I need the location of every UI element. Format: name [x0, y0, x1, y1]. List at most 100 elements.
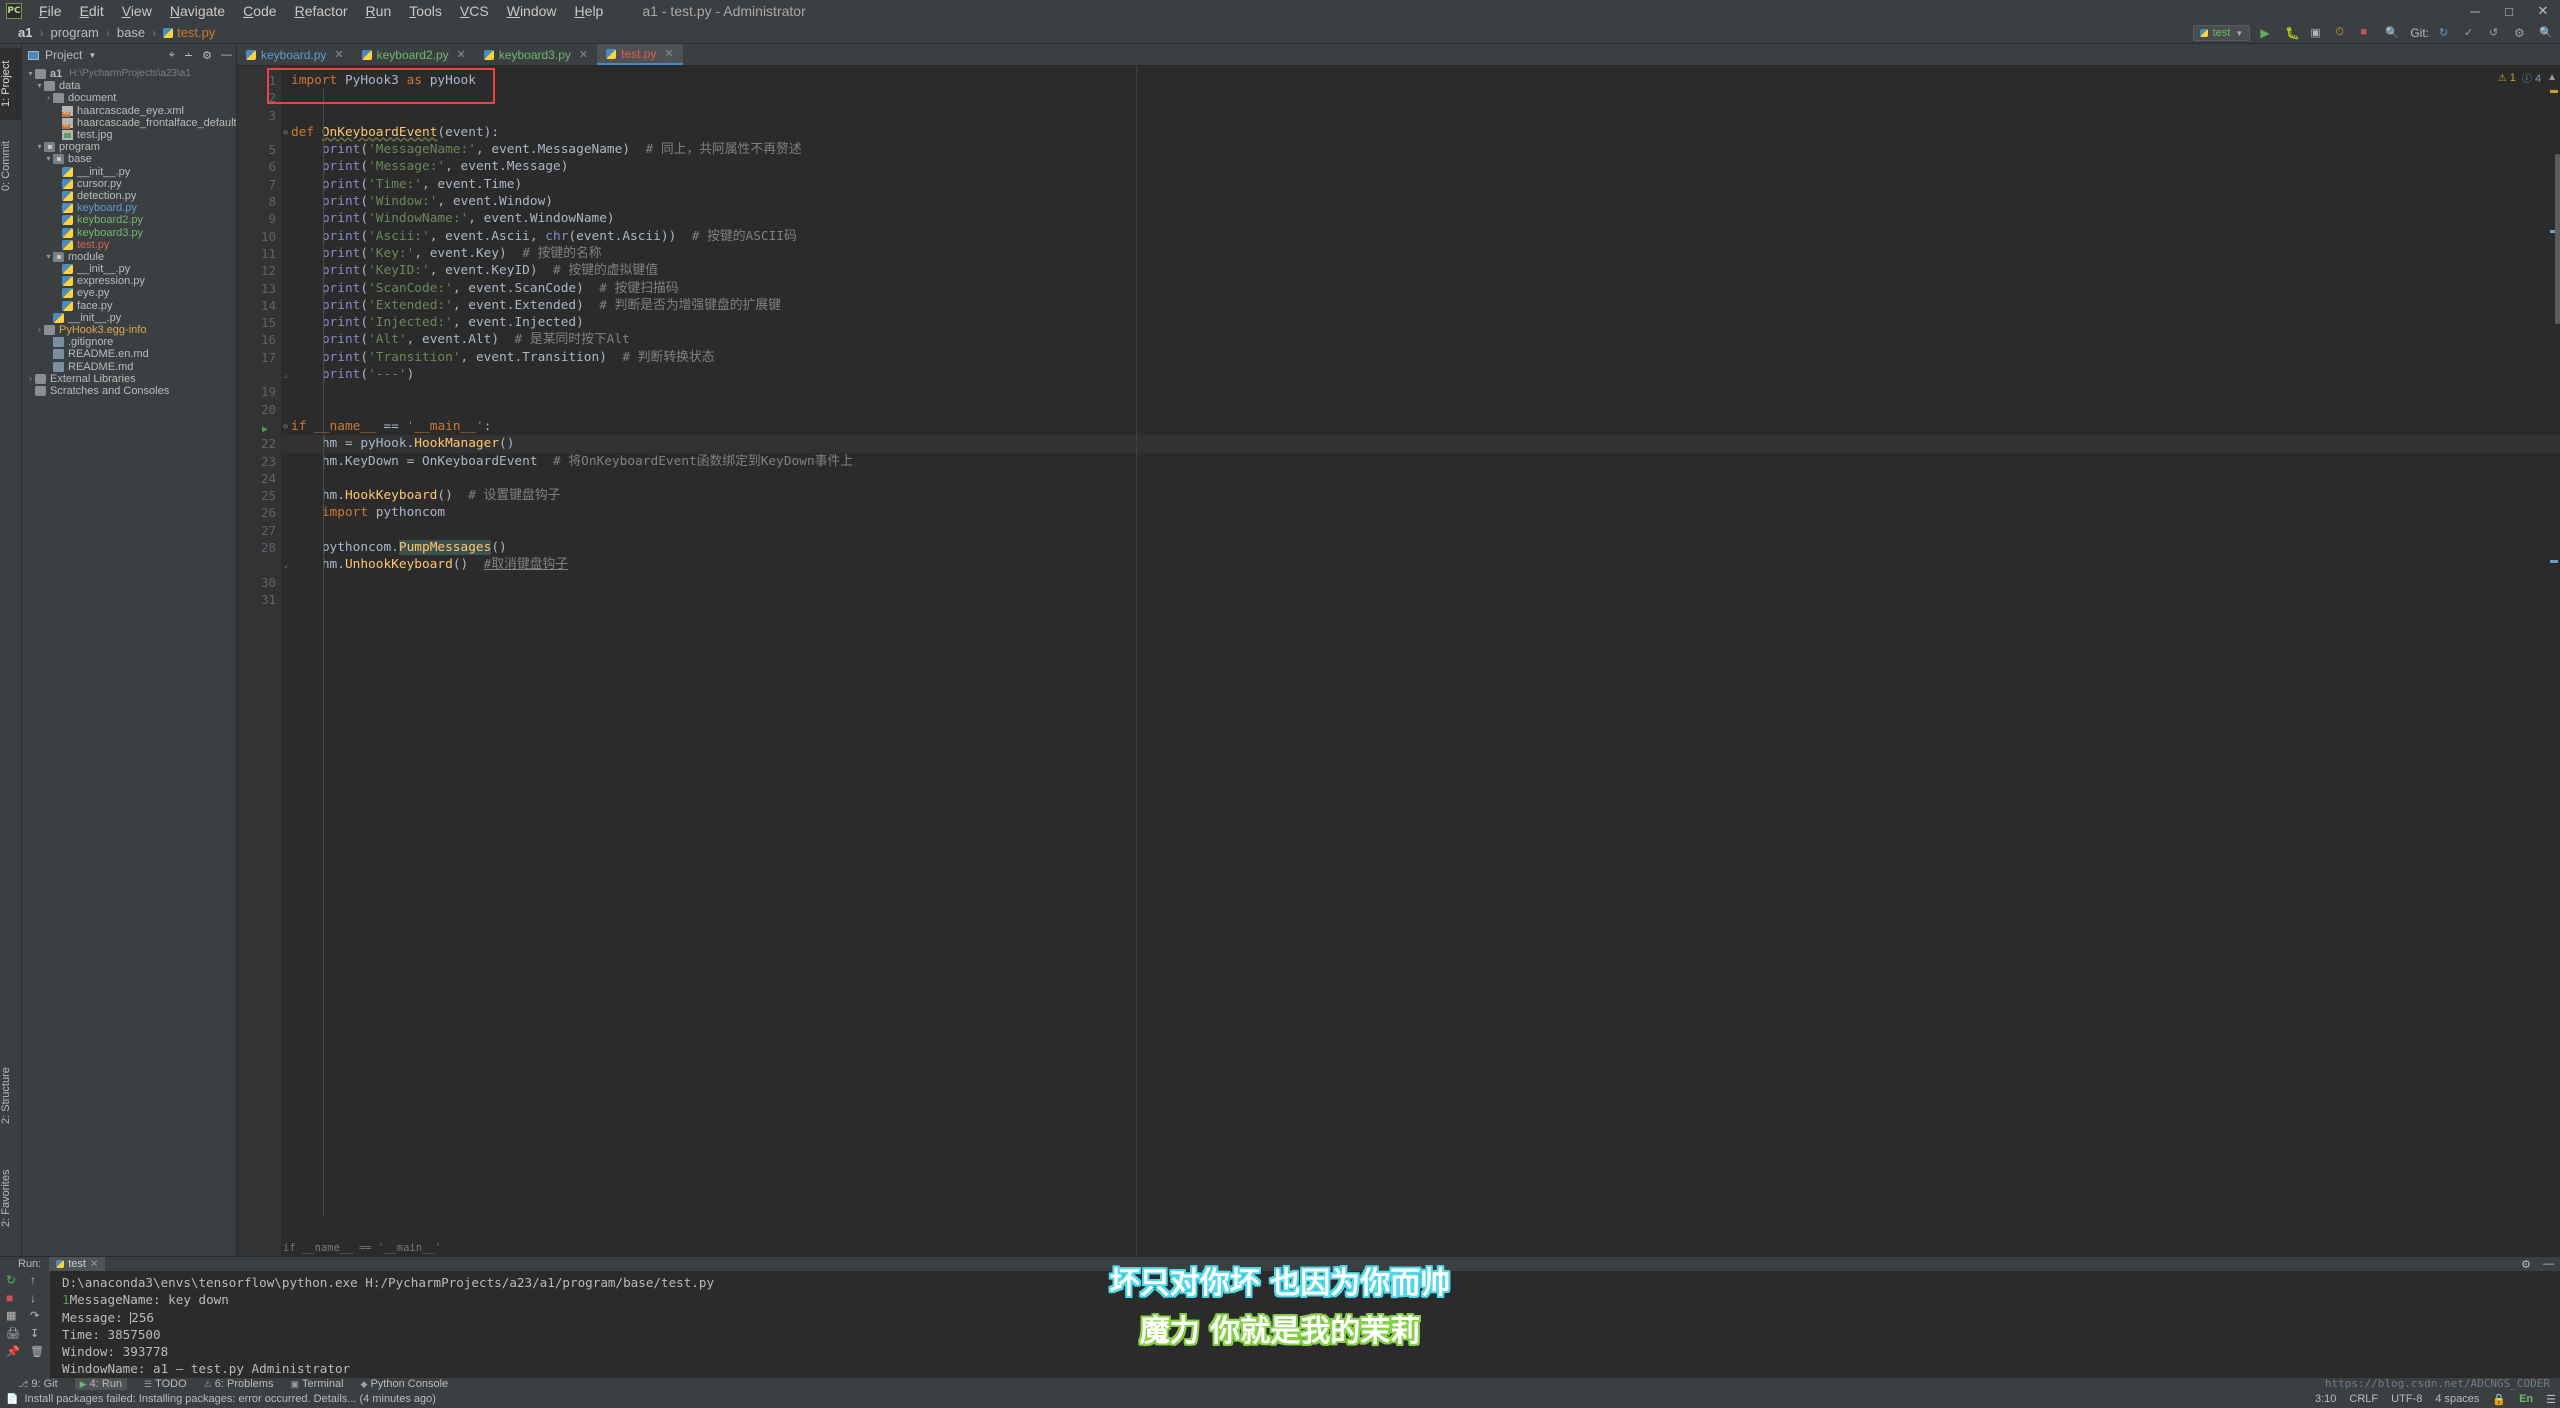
coverage-icon[interactable]: ▣ [2310, 26, 2325, 41]
tree-item[interactable]: › document [22, 92, 236, 104]
code-line[interactable]: print('ScanCode:', event.ScanCode) # 按键扫… [281, 280, 2560, 297]
caret-position[interactable]: 3:10 [2315, 1393, 2336, 1405]
tree-item[interactable]: README.md [22, 361, 236, 373]
code-line[interactable]: print('Key:', event.Key) # 按键的名称 [281, 245, 2560, 262]
tool-window-button-python-console[interactable]: ◆ Python Console [361, 1378, 449, 1390]
line-number[interactable]: 16 [237, 331, 281, 348]
commit-icon[interactable]: ✓ [2464, 26, 2479, 41]
tree-item[interactable]: ▾ program [22, 141, 236, 153]
line-number[interactable]: 30 [237, 574, 281, 591]
editor-scrollbar[interactable] [2555, 44, 2560, 1256]
line-number[interactable]: 23 [237, 453, 281, 470]
breadcrumb-item-base[interactable]: base [117, 25, 145, 40]
code-line[interactable]: print('Injected:', event.Injected) [281, 314, 2560, 331]
history-icon[interactable]: ↺ [2489, 26, 2504, 41]
scrollbar-thumb[interactable] [2555, 154, 2560, 324]
code-line[interactable]: print('MessageName:', event.MessageName)… [281, 141, 2560, 158]
collapse-all-icon[interactable]: ∸ [184, 49, 193, 62]
encoding-indicator[interactable]: UTF-8 [2391, 1393, 2422, 1405]
menu-item-tools[interactable]: Tools [400, 3, 451, 19]
ime-indicator[interactable]: En [2519, 1393, 2533, 1405]
line-number[interactable]: 1 [237, 72, 281, 89]
code-line[interactable]: hm.KeyDown = OnKeyboardEvent # 将OnKeyboa… [281, 453, 2560, 470]
tree-item[interactable]: ▾ module [22, 251, 236, 263]
code-line[interactable]: import PyHook3 as pyHook [281, 72, 2560, 89]
line-number[interactable]: 22 [237, 435, 281, 452]
code-line[interactable] [281, 383, 2560, 400]
editor-tab-keyboard3-py[interactable]: keyboard3.py ✕ [475, 44, 597, 65]
tool-window-button-9--git[interactable]: ⎇ 9: Git [18, 1378, 58, 1390]
line-number[interactable]: 28 [237, 539, 281, 556]
line-number[interactable]: 12 [237, 262, 281, 279]
line-number[interactable]: 17 [237, 349, 281, 366]
line-number[interactable]: ⊖ ▶ [237, 418, 288, 435]
editor-tab-keyboard-py[interactable]: keyboard.py ✕ [237, 44, 353, 65]
editor-tab-test-py[interactable]: test.py ✕ [597, 44, 683, 65]
tree-item[interactable]: Scratches and Consoles [22, 385, 236, 397]
editor-tabs[interactable]: keyboard.py ✕ keyboard2.py ✕ keyboard3.py ✕ te… [237, 44, 2560, 66]
chevron-down-icon[interactable]: ▼ [88, 51, 96, 60]
sidebar-item-favorites[interactable]: 2: Favorites [0, 1158, 22, 1238]
tool-window-button-terminal[interactable]: ▣ Terminal [290, 1378, 343, 1390]
line-number[interactable]: 14 [237, 297, 281, 314]
code-line[interactable]: print('WindowName:', event.WindowName) [281, 210, 2560, 227]
stop-icon[interactable]: ■ [2360, 26, 2375, 41]
code-content[interactable]: import PyHook3 as pyHook def OnKeyboardE… [281, 66, 2560, 1256]
clear-icon[interactable]: 🗑 [30, 1345, 44, 1359]
notification-icon[interactable]: 📄 [6, 1394, 18, 1405]
menu-item-navigate[interactable]: Navigate [161, 3, 234, 19]
tree-item[interactable]: __init__.py [22, 263, 236, 275]
menu-bar[interactable]: File Edit View Navigate Code Refactor Run Tools… [30, 3, 612, 19]
sidebar-item-structure[interactable]: 2: Structure [0, 1056, 22, 1136]
code-line[interactable]: print('Alt', event.Alt) # 是某同时按下Alt [281, 331, 2560, 348]
print-icon[interactable]: 🖨 [6, 1327, 20, 1341]
line-number[interactable]: 6 [237, 158, 281, 175]
stop-icon[interactable]: ■ [6, 1291, 20, 1305]
tool-window-button-4--run[interactable]: ▶ 4: Run [74, 1378, 128, 1390]
update-project-icon[interactable]: ↻ [2439, 26, 2454, 41]
editor-tab-keyboard2-py[interactable]: keyboard2.py ✕ [353, 44, 475, 65]
close-icon[interactable]: ✕ [664, 47, 673, 60]
search-icon[interactable]: 🔍 [2385, 26, 2400, 41]
code-line[interactable]: if __name__ == '__main__': [281, 418, 2560, 435]
line-number[interactable]: ⌟ [237, 366, 288, 383]
code-line[interactable]: print('---') [281, 366, 2560, 383]
hide-icon[interactable]: — [2543, 1258, 2554, 1270]
line-number[interactable]: 19 [237, 383, 281, 400]
rerun-icon[interactable]: ↻ [6, 1273, 20, 1287]
chevron-down-icon[interactable]: ▾ [44, 153, 53, 165]
console-output[interactable]: D:\anaconda3\envs\tensorflow\python.exe … [50, 1271, 2560, 1378]
run-panel-actions[interactable]: ⚙ — [2521, 1258, 2554, 1271]
line-number[interactable]: 11 [237, 245, 281, 262]
tree-item[interactable]: keyboard.py [22, 202, 236, 214]
chevron-down-icon[interactable]: ▾ [35, 80, 44, 92]
code-line[interactable]: print('Extended:', event.Extended) # 判断是… [281, 297, 2560, 314]
menu-item-window[interactable]: Window [498, 3, 566, 19]
inspection-widget[interactable]: ⚠ 1 ⓘ 4 ▲ [2498, 70, 2557, 86]
line-number[interactable]: 2 [237, 89, 281, 106]
tree-item[interactable]: › External Libraries [22, 373, 236, 385]
line-number-gutter[interactable]: 1 2 3 ⊖ 5 6 7 8 9 10 11 12 13 14 15 16 17 ⌟ 19 20 ⊖ ▶ 22 23 24 25… [237, 66, 288, 1256]
tool-window-button-6--problems[interactable]: ⚠ 6: Problems [204, 1378, 274, 1390]
tree-item[interactable]: keyboard3.py [22, 226, 236, 239]
breadcrumb[interactable]: a1 › program › base › test.py [18, 25, 215, 40]
line-number[interactable]: 31 [237, 591, 281, 608]
chevron-down-icon[interactable]: ▾ [44, 251, 53, 263]
code-line[interactable]: print('Ascii:', event.Ascii, chr(event.A… [281, 228, 2560, 245]
line-number[interactable]: 9 [237, 210, 281, 227]
tree-item[interactable]: eye.py [22, 287, 236, 299]
menu-item-refactor[interactable]: Refactor [286, 3, 357, 19]
run-action-strip[interactable]: ↻ ↑ ■ ↓ ▦ ↷ ↧ 🖨 📌 🗑 [0, 1271, 50, 1378]
code-line[interactable]: hm.HookKeyboard() # 设置键盘钩子 [281, 487, 2560, 504]
menu-item-help[interactable]: Help [566, 3, 613, 19]
project-tree[interactable]: ▾ a1 H:\PycharmProjects\a23\a1 ▾ data › docume… [22, 66, 236, 397]
line-number[interactable]: 26 [237, 504, 281, 521]
tree-item[interactable]: __init__.py [22, 312, 236, 324]
close-icon[interactable]: ✕ [457, 48, 466, 61]
code-line[interactable]: import pythoncom [281, 504, 2560, 521]
line-number[interactable]: 24 [237, 470, 281, 487]
menu-item-vcs[interactable]: VCS [451, 3, 498, 19]
code-line[interactable]: print('Transition', event.Transition) # … [281, 349, 2560, 366]
scroll-down-icon[interactable]: ↓ [30, 1291, 44, 1305]
breadcrumb-item-a1[interactable]: a1 [18, 25, 32, 40]
